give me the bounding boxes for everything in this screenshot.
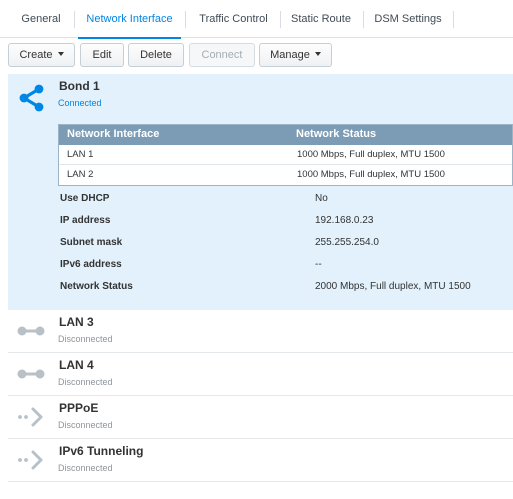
lan-icon	[17, 326, 45, 336]
table-cell: 1000 Mbps, Full duplex, MTU 1500	[297, 169, 445, 180]
manage-button[interactable]: Manage	[259, 43, 332, 67]
connect-button[interactable]: Connect	[189, 43, 255, 67]
table-row: LAN 1 1000 Mbps, Full duplex, MTU 1500	[59, 145, 512, 165]
interface-name: LAN 3	[59, 315, 94, 329]
tab-divider	[74, 11, 75, 28]
detail-value-ipv6-address: --	[315, 259, 322, 270]
interface-status: Connected	[58, 98, 102, 108]
detail-label-ipv6-address: IPv6 address	[60, 259, 122, 270]
table-cell: 1000 Mbps, Full duplex, MTU 1500	[297, 149, 445, 160]
detail-label-subnet-mask: Subnet mask	[60, 237, 123, 248]
interface-name: LAN 4	[59, 358, 94, 372]
tab-network-interface[interactable]: Network Interface	[78, 0, 181, 39]
chevron-down-icon	[314, 52, 321, 57]
interface-item-lan-3[interactable]: LAN 3 Disconnected	[8, 310, 513, 353]
detail-label-network-status: Network Status	[60, 281, 133, 292]
interface-status: Disconnected	[58, 420, 113, 430]
interface-item-lan-4[interactable]: LAN 4 Disconnected	[8, 353, 513, 396]
create-button[interactable]: Create	[8, 43, 75, 67]
tab-traffic-control[interactable]: Traffic Control	[191, 0, 276, 38]
manage-button-label: Manage	[270, 49, 310, 61]
interface-item-ipv6-tunneling[interactable]: IPv6 Tunneling Disconnected	[8, 439, 513, 482]
detail-value-network-status: 2000 Mbps, Full duplex, MTU 1500	[315, 281, 471, 292]
interface-status: Disconnected	[58, 463, 113, 473]
column-header: Network Interface	[67, 128, 160, 140]
tab-divider	[185, 11, 186, 28]
detail-label-use-dhcp: Use DHCP	[60, 193, 110, 204]
tab-general[interactable]: General	[10, 0, 72, 38]
delete-button[interactable]: Delete	[128, 43, 184, 67]
interface-name: Bond 1	[59, 79, 100, 93]
detail-label-ip-address: IP address	[60, 215, 111, 226]
tab-divider	[453, 11, 454, 28]
detail-value-use-dhcp: No	[315, 193, 328, 204]
lan-icon	[17, 369, 45, 379]
share-icon	[19, 84, 44, 112]
table-cell: LAN 2	[67, 169, 94, 180]
tunnel-icon	[18, 450, 43, 470]
detail-value-ip-address: 192.168.0.23	[315, 215, 374, 226]
interface-status: Disconnected	[58, 334, 113, 344]
detail-value-subnet-mask: 255.255.254.0	[315, 237, 379, 248]
edit-button[interactable]: Edit	[80, 43, 124, 67]
bond-member-table: Network Interface Network Status LAN 1 1…	[58, 124, 513, 186]
table-cell: LAN 1	[67, 149, 94, 160]
interface-item-bond-1[interactable]: Bond 1 Connected	[8, 74, 513, 310]
table-header: Network Interface Network Status	[59, 125, 512, 145]
create-button-label: Create	[19, 49, 53, 61]
pppoe-icon	[18, 407, 43, 427]
table-row: LAN 2 1000 Mbps, Full duplex, MTU 1500	[59, 165, 512, 185]
tab-static-route[interactable]: Static Route	[284, 0, 358, 38]
tab-bar: General Network Interface Traffic Contro…	[0, 0, 513, 39]
tab-divider	[363, 11, 364, 28]
chevron-down-icon	[57, 52, 64, 57]
column-header: Network Status	[296, 128, 377, 140]
interface-status: Disconnected	[58, 377, 113, 387]
tab-dsm-settings[interactable]: DSM Settings	[367, 0, 449, 38]
interface-item-pppoe[interactable]: PPPoE Disconnected	[8, 396, 513, 439]
interface-name: PPPoE	[59, 401, 99, 415]
interface-name: IPv6 Tunneling	[59, 444, 144, 458]
tab-divider	[280, 11, 281, 28]
